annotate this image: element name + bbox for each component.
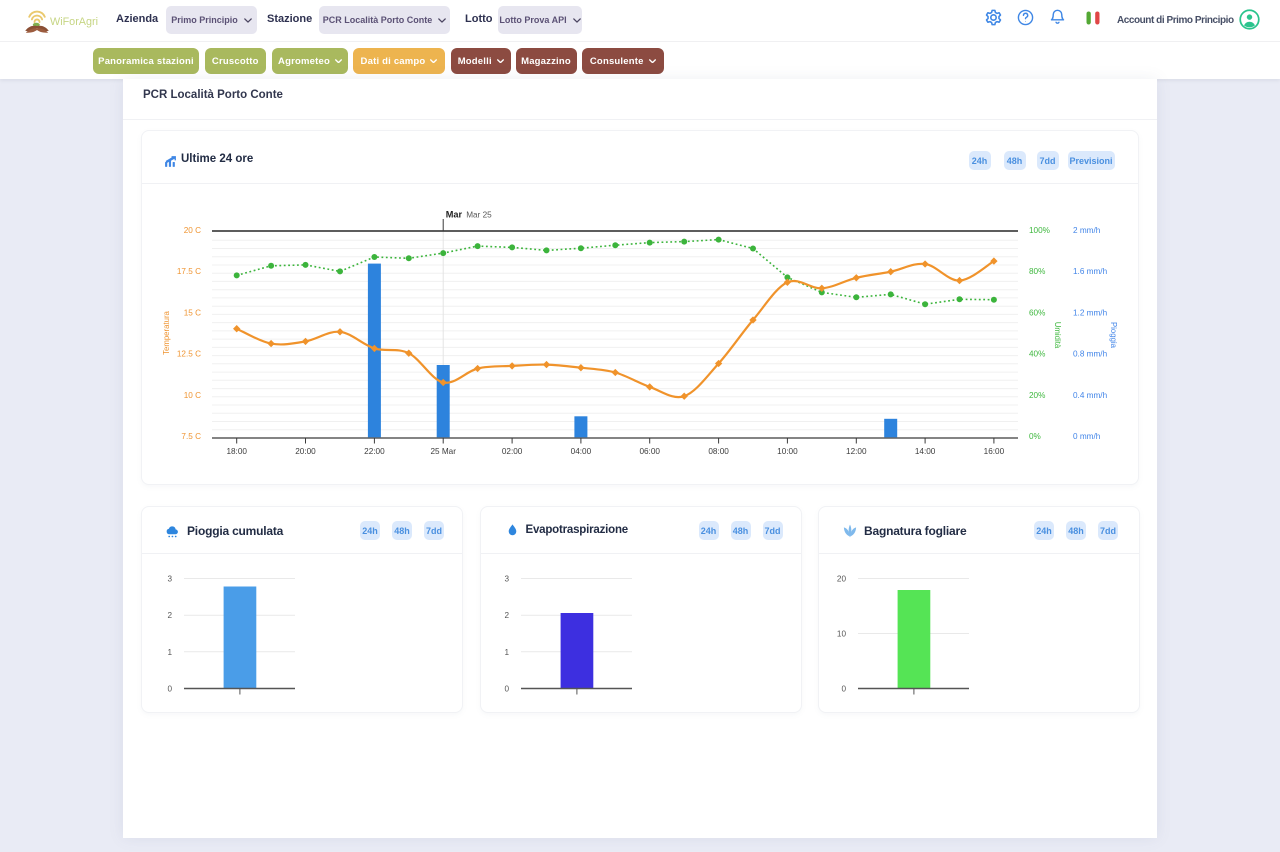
svg-text:0.8 mm/h: 0.8 mm/h	[1073, 350, 1108, 359]
svg-text:2 mm/h: 2 mm/h	[1073, 226, 1101, 235]
svg-text:10:00: 10:00	[777, 447, 798, 456]
svg-text:20:00: 20:00	[295, 447, 316, 456]
svg-text:0 mm/h: 0 mm/h	[1073, 432, 1101, 441]
svg-text:Umidità: Umidità	[1053, 322, 1062, 349]
svg-text:12.5 C: 12.5 C	[177, 350, 201, 359]
svg-text:10 C: 10 C	[184, 391, 201, 400]
svg-text:100%: 100%	[1029, 226, 1050, 235]
svg-text:0: 0	[167, 685, 172, 694]
svg-text:0%: 0%	[1029, 432, 1041, 441]
svg-text:0.4 mm/h: 0.4 mm/h	[1073, 391, 1108, 400]
svg-text:20: 20	[837, 575, 847, 584]
svg-text:22:00: 22:00	[364, 447, 385, 456]
svg-text:0: 0	[504, 685, 509, 694]
svg-text:2: 2	[167, 611, 172, 620]
svg-text:25 Mar: 25 Mar	[430, 447, 456, 456]
svg-text:18:00: 18:00	[226, 447, 247, 456]
svg-text:1.2 mm/h: 1.2 mm/h	[1073, 308, 1108, 317]
svg-text:20 C: 20 C	[184, 226, 201, 235]
svg-text:06:00: 06:00	[639, 447, 660, 456]
svg-text:20%: 20%	[1029, 391, 1045, 400]
svg-text:14:00: 14:00	[915, 447, 936, 456]
svg-text:3: 3	[504, 575, 509, 584]
svg-text:17.5 C: 17.5 C	[177, 267, 201, 276]
svg-text:1: 1	[167, 648, 172, 657]
svg-text:08:00: 08:00	[708, 447, 729, 456]
svg-text:04:00: 04:00	[571, 447, 592, 456]
svg-text:15 C: 15 C	[184, 308, 201, 317]
svg-text:Mar: Mar	[446, 210, 463, 220]
svg-text:40%: 40%	[1029, 350, 1045, 359]
svg-text:1: 1	[504, 648, 509, 657]
svg-text:Pioggia: Pioggia	[1109, 322, 1118, 349]
svg-text:7.5 C: 7.5 C	[181, 432, 201, 441]
svg-text:3: 3	[167, 575, 172, 584]
svg-text:02:00: 02:00	[502, 447, 523, 456]
svg-text:10: 10	[837, 630, 847, 639]
svg-text:60%: 60%	[1029, 308, 1045, 317]
svg-text:12:00: 12:00	[846, 447, 867, 456]
svg-text:0: 0	[841, 685, 846, 694]
svg-text:16:00: 16:00	[984, 447, 1005, 456]
svg-text:Mar 25: Mar 25	[466, 211, 492, 220]
svg-text:Temperatura: Temperatura	[162, 310, 171, 354]
svg-text:80%: 80%	[1029, 267, 1045, 276]
svg-text:1.6 mm/h: 1.6 mm/h	[1073, 267, 1108, 276]
svg-text:2: 2	[504, 611, 509, 620]
